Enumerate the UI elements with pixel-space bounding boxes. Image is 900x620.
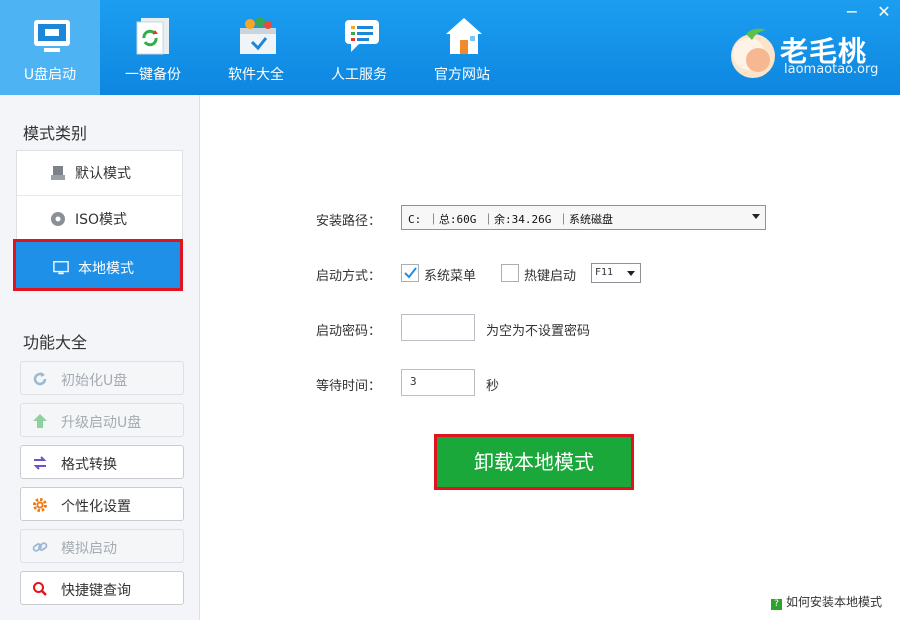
nav-software[interactable]: 软件大全 — [206, 0, 306, 95]
help-link-label: 如何安装本地模式 — [786, 595, 883, 609]
function-label: 快捷键查询 — [61, 583, 131, 599]
function-label: 初始化U盘 — [61, 373, 128, 389]
install-path-select[interactable]: C: ｜总:60G ｜余:34.26G ｜系统磁盘 — [401, 205, 766, 230]
function-label: 模拟启动 — [61, 541, 117, 557]
nav-backup[interactable]: 一键备份 — [103, 0, 203, 95]
nav-website[interactable]: 官方网站 — [412, 0, 512, 95]
checkmark-icon — [404, 267, 417, 279]
password-hint: 为空为不设置密码 — [486, 324, 591, 339]
uninstall-local-mode-label: 卸载本地模式 — [437, 437, 631, 487]
nav-label: 一键备份 — [125, 67, 181, 83]
hotkey-boot-label: 热键启动 — [524, 269, 577, 284]
mode-default[interactable]: 默认模式 — [16, 150, 183, 195]
hotkey-query-button[interactable]: 快捷键查询 — [20, 571, 184, 605]
top-bar: U盘启动 一键备份 软件大全 人工服务 官方网站 老毛桃 laomaotao.o… — [0, 0, 900, 95]
hotkey-select[interactable]: F11 — [591, 263, 641, 283]
function-section-title: 功能大全 — [23, 333, 88, 352]
mode-label: ISO模式 — [75, 212, 128, 228]
nav-service[interactable]: 人工服务 — [309, 0, 409, 95]
nav-label: U盘启动 — [23, 67, 77, 83]
mode-label: 本地模式 — [78, 261, 134, 277]
search-icon — [33, 582, 47, 596]
boot-password-label: 启动密码： — [316, 324, 382, 339]
install-path-label: 安装路径： — [316, 214, 382, 229]
chevron-down-icon — [752, 214, 760, 219]
backup-icon — [136, 18, 169, 55]
simulate-boot-button[interactable]: 模拟启动 — [20, 529, 184, 563]
install-path-value: C: ｜总:60G ｜余:34.26G ｜系统磁盘 — [408, 213, 613, 226]
mode-iso[interactable]: ISO模式 — [16, 196, 183, 241]
mode-section-title: 模式类别 — [23, 124, 88, 143]
function-label: 格式转换 — [61, 457, 117, 473]
system-menu-checkbox[interactable] — [401, 264, 419, 282]
disc-icon — [51, 212, 65, 226]
init-usb-button[interactable]: 初始化U盘 — [20, 361, 184, 395]
mode-label: 默认模式 — [75, 166, 131, 182]
wait-time-label: 等待时间： — [316, 379, 382, 394]
nav-label: 人工服务 — [331, 67, 387, 83]
refresh-icon — [33, 372, 47, 386]
swap-icon — [33, 456, 47, 470]
help-icon: ? — [771, 599, 782, 610]
boot-password-input[interactable] — [401, 314, 475, 341]
drive-icon — [51, 166, 65, 180]
wait-time-input[interactable]: 3 — [401, 369, 475, 396]
wait-time-unit: 秒 — [486, 379, 500, 394]
gear-icon — [33, 498, 47, 512]
mode-local[interactable]: 本地模式 — [13, 239, 183, 291]
uninstall-local-mode-button[interactable]: 卸载本地模式 — [434, 434, 634, 490]
nav-label: 官方网站 — [434, 67, 490, 83]
function-label: 升级启动U盘 — [61, 415, 142, 431]
hotkey-boot-checkbox[interactable] — [501, 264, 519, 282]
usb-monitor-icon — [34, 20, 70, 52]
boot-mode-label: 启动方式： — [316, 269, 382, 284]
software-box-icon — [240, 17, 276, 54]
nav-label: 软件大全 — [228, 67, 284, 83]
system-menu-label: 系统菜单 — [424, 269, 477, 284]
monitor-icon — [53, 261, 69, 275]
link-icon — [32, 542, 48, 552]
minimize-button[interactable]: − — [840, 2, 864, 22]
chat-icon — [345, 20, 379, 52]
house-icon — [446, 18, 482, 54]
close-button[interactable]: ✕ — [872, 2, 896, 22]
up-arrow-icon — [33, 414, 47, 428]
personalize-button[interactable]: 个性化设置 — [20, 487, 184, 521]
brand-url: laomaotao.org — [784, 62, 879, 77]
nav-usb-boot[interactable]: U盘启动 — [0, 0, 100, 95]
hotkey-value: F11 — [595, 267, 614, 278]
help-link[interactable]: ? 如何安装本地模式 — [771, 593, 882, 610]
format-convert-button[interactable]: 格式转换 — [20, 445, 184, 479]
chevron-down-icon — [627, 271, 635, 276]
upgrade-usb-button[interactable]: 升级启动U盘 — [20, 403, 184, 437]
function-label: 个性化设置 — [61, 499, 131, 515]
